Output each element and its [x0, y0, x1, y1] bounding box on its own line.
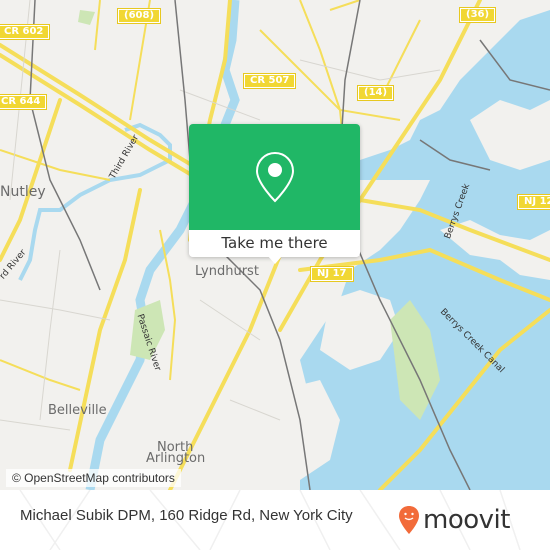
map-attribution[interactable]: © OpenStreetMap contributors: [6, 469, 181, 487]
route-shield-36: (36): [458, 7, 497, 23]
place-label-north-arlington-2: Arlington: [146, 451, 206, 466]
route-shield-cr644: CR 644: [0, 94, 48, 110]
route-shield-nj17: NJ 17: [310, 266, 354, 282]
map-pin-icon: [255, 151, 295, 203]
place-label-lyndhurst: Lyndhurst: [195, 264, 259, 279]
moovit-logo[interactable]: moovit: [398, 500, 510, 540]
popup-pointer: [267, 255, 283, 264]
map[interactable]: Nutley Lyndhurst Belleville North Arling…: [0, 0, 550, 490]
destination-popup: Take me there: [189, 124, 360, 264]
route-shield-cr602: CR 602: [0, 24, 51, 40]
route-shield-nj120: NJ 12: [517, 194, 550, 210]
place-label-nutley: Nutley: [0, 184, 46, 200]
route-shield-cr507: CR 507: [242, 73, 297, 89]
moovit-logo-text: moovit: [423, 505, 510, 535]
popup-header: [189, 124, 360, 230]
take-me-there-button[interactable]: Take me there: [189, 230, 360, 257]
destination-title: Michael Subik DPM, 160 Ridge Rd, New Yor…: [20, 507, 353, 524]
route-shield-14: (14): [356, 85, 395, 101]
moovit-pin-icon: [399, 506, 419, 534]
footer: Michael Subik DPM, 160 Ridge Rd, New Yor…: [0, 490, 550, 550]
route-shield-608: (608): [116, 8, 162, 24]
place-label-belleville: Belleville: [48, 403, 107, 418]
